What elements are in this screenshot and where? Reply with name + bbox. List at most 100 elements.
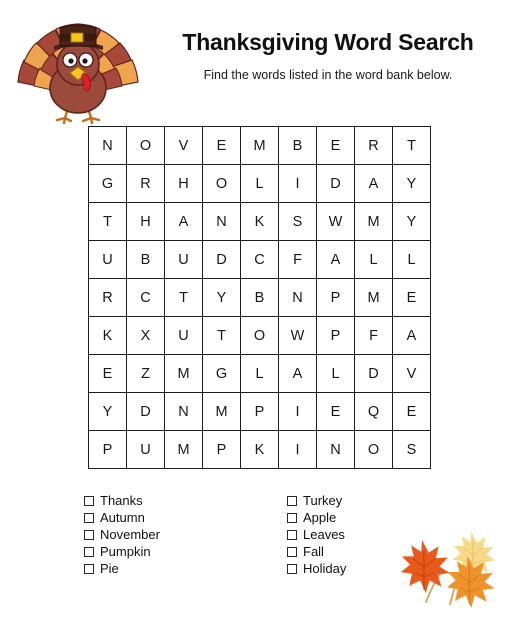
word-search-cell[interactable]: O bbox=[354, 430, 393, 469]
word-search-cell[interactable]: Y bbox=[88, 392, 127, 431]
word-bank-item[interactable]: Leaves bbox=[287, 526, 346, 543]
word-search-cell[interactable]: I bbox=[278, 392, 317, 431]
word-search-cell[interactable]: L bbox=[316, 354, 355, 393]
word-search-cell[interactable]: O bbox=[202, 164, 241, 203]
word-bank-checkbox[interactable] bbox=[287, 546, 297, 557]
word-search-cell[interactable]: S bbox=[392, 430, 431, 469]
word-search-cell[interactable]: O bbox=[126, 126, 165, 165]
word-search-cell[interactable]: L bbox=[392, 240, 431, 279]
word-search-cell[interactable]: Y bbox=[392, 202, 431, 241]
word-search-cell[interactable]: E bbox=[88, 354, 127, 393]
word-search-cell[interactable]: M bbox=[202, 392, 241, 431]
word-search-cell[interactable]: K bbox=[240, 430, 279, 469]
word-search-cell[interactable]: N bbox=[164, 392, 203, 431]
word-search-cell[interactable]: R bbox=[126, 164, 165, 203]
word-search-cell[interactable]: H bbox=[126, 202, 165, 241]
word-search-cell[interactable]: U bbox=[88, 240, 127, 279]
word-search-cell[interactable]: O bbox=[240, 316, 279, 355]
word-search-cell[interactable]: H bbox=[164, 164, 203, 203]
word-bank-checkbox[interactable] bbox=[287, 512, 297, 523]
word-search-cell[interactable]: E bbox=[392, 392, 431, 431]
word-search-cell[interactable]: M bbox=[354, 202, 393, 241]
word-search-cell[interactable]: N bbox=[316, 430, 355, 469]
word-search-cell[interactable]: C bbox=[126, 278, 165, 317]
word-bank-checkbox[interactable] bbox=[287, 563, 297, 574]
word-bank-checkbox[interactable] bbox=[287, 495, 297, 506]
word-search-cell[interactable]: A bbox=[316, 240, 355, 279]
word-bank-item[interactable]: November bbox=[84, 526, 160, 543]
word-search-cell[interactable]: K bbox=[88, 316, 127, 355]
word-search-cell[interactable]: G bbox=[202, 354, 241, 393]
word-search-cell[interactable]: E bbox=[316, 126, 355, 165]
word-search-cell[interactable]: D bbox=[202, 240, 241, 279]
word-search-cell[interactable]: E bbox=[316, 392, 355, 431]
word-search-cell[interactable]: T bbox=[88, 202, 127, 241]
word-search-cell[interactable]: N bbox=[202, 202, 241, 241]
word-search-cell[interactable]: D bbox=[126, 392, 165, 431]
word-search-cell[interactable]: G bbox=[88, 164, 127, 203]
word-search-cell[interactable]: P bbox=[316, 316, 355, 355]
word-search-cell[interactable]: M bbox=[164, 354, 203, 393]
word-search-cell[interactable]: T bbox=[164, 278, 203, 317]
word-search-cell[interactable]: M bbox=[164, 430, 203, 469]
word-bank-item[interactable]: Holiday bbox=[287, 560, 346, 577]
word-bank-item[interactable]: Fall bbox=[287, 543, 346, 560]
word-search-cell[interactable]: M bbox=[354, 278, 393, 317]
word-search-cell[interactable]: T bbox=[202, 316, 241, 355]
word-search-cell[interactable]: M bbox=[240, 126, 279, 165]
word-search-cell[interactable]: X bbox=[126, 316, 165, 355]
word-search-cell[interactable]: F bbox=[354, 316, 393, 355]
word-search-cell[interactable]: P bbox=[88, 430, 127, 469]
word-search-cell[interactable]: W bbox=[316, 202, 355, 241]
word-search-grid[interactable]: NOVEMBERTGRHOLIDAYTHANKSWMYUBUDCFALLRCTY… bbox=[88, 126, 431, 469]
word-search-cell[interactable]: Y bbox=[392, 164, 431, 203]
word-search-cell[interactable]: Y bbox=[202, 278, 241, 317]
word-bank-item[interactable]: Pumpkin bbox=[84, 543, 160, 560]
word-search-cell[interactable]: D bbox=[316, 164, 355, 203]
word-search-cell[interactable]: L bbox=[240, 164, 279, 203]
word-search-cell[interactable]: N bbox=[88, 126, 127, 165]
word-search-cell[interactable]: I bbox=[278, 164, 317, 203]
word-search-cell[interactable]: E bbox=[202, 126, 241, 165]
word-search-cell[interactable]: R bbox=[354, 126, 393, 165]
word-search-cell[interactable]: L bbox=[240, 354, 279, 393]
word-search-cell[interactable]: A bbox=[278, 354, 317, 393]
word-search-cell[interactable]: D bbox=[354, 354, 393, 393]
word-search-cell[interactable]: B bbox=[278, 126, 317, 165]
word-search-cell[interactable]: R bbox=[88, 278, 127, 317]
word-search-cell[interactable]: K bbox=[240, 202, 279, 241]
word-bank-checkbox[interactable] bbox=[84, 529, 94, 540]
word-search-cell[interactable]: Z bbox=[126, 354, 165, 393]
word-search-cell[interactable]: U bbox=[164, 240, 203, 279]
word-search-cell[interactable]: U bbox=[164, 316, 203, 355]
word-search-cell[interactable]: P bbox=[240, 392, 279, 431]
word-search-cell[interactable]: U bbox=[126, 430, 165, 469]
word-search-cell[interactable]: A bbox=[164, 202, 203, 241]
word-search-cell[interactable]: P bbox=[202, 430, 241, 469]
word-bank-checkbox[interactable] bbox=[84, 495, 94, 506]
word-search-cell[interactable]: B bbox=[126, 240, 165, 279]
word-bank-item[interactable]: Turkey bbox=[287, 492, 346, 509]
word-search-cell[interactable]: N bbox=[278, 278, 317, 317]
word-search-cell[interactable]: S bbox=[278, 202, 317, 241]
word-bank-checkbox[interactable] bbox=[84, 546, 94, 557]
word-bank-checkbox[interactable] bbox=[287, 529, 297, 540]
word-search-cell[interactable]: B bbox=[240, 278, 279, 317]
word-bank-checkbox[interactable] bbox=[84, 512, 94, 523]
word-search-cell[interactable]: V bbox=[164, 126, 203, 165]
word-search-cell[interactable]: W bbox=[278, 316, 317, 355]
word-search-cell[interactable]: E bbox=[392, 278, 431, 317]
word-bank-item[interactable]: Thanks bbox=[84, 492, 160, 509]
word-bank-checkbox[interactable] bbox=[84, 563, 94, 574]
word-bank-item[interactable]: Apple bbox=[287, 509, 346, 526]
word-search-cell[interactable]: P bbox=[316, 278, 355, 317]
word-search-cell[interactable]: L bbox=[354, 240, 393, 279]
word-search-cell[interactable]: T bbox=[392, 126, 431, 165]
word-search-cell[interactable]: V bbox=[392, 354, 431, 393]
word-search-cell[interactable]: F bbox=[278, 240, 317, 279]
word-search-cell[interactable]: A bbox=[392, 316, 431, 355]
word-search-cell[interactable]: C bbox=[240, 240, 279, 279]
word-bank-item[interactable]: Autumn bbox=[84, 509, 160, 526]
word-search-cell[interactable]: I bbox=[278, 430, 317, 469]
word-bank-item[interactable]: Pie bbox=[84, 560, 160, 577]
